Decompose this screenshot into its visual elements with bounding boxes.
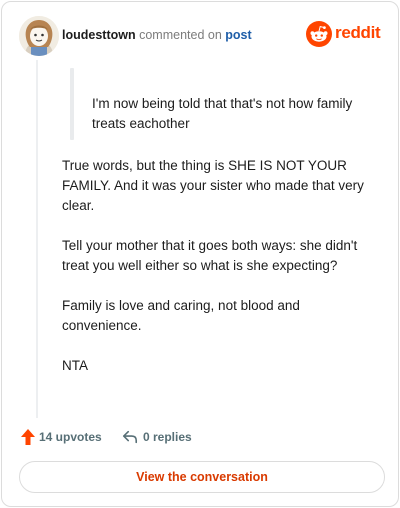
- quote-bar: [70, 68, 74, 140]
- comment-paragraph: Tell your mother that it goes both ways:…: [62, 238, 358, 273]
- quoted-text: I'm now being told that that's not how f…: [70, 68, 370, 140]
- view-conversation-button[interactable]: View the conversation: [19, 461, 385, 493]
- comment-card: loudesttown commented on post reddit I'm…: [1, 1, 399, 507]
- upvote-count: 14 upvotes: [39, 430, 102, 444]
- comment-meta: loudesttown commented on post: [62, 27, 252, 43]
- username-link[interactable]: loudesttown: [62, 28, 136, 42]
- post-link[interactable]: post: [225, 28, 251, 42]
- action-text: commented on: [139, 28, 222, 42]
- comment-paragraph: True words, but the thing is SHE IS NOT …: [62, 158, 364, 213]
- comment-header: loudesttown commented on post reddit: [19, 16, 382, 56]
- comment-paragraph: NTA: [62, 358, 88, 373]
- comment-actions: 14 upvotes 0 replies: [20, 428, 380, 446]
- thread-line: [36, 60, 38, 418]
- upvote-arrow-icon: [21, 429, 35, 445]
- comment-body: True words, but the thing is SHE IS NOT …: [62, 156, 372, 396]
- replies-button[interactable]: 0 replies: [122, 428, 212, 446]
- avatar-icon: [19, 16, 59, 56]
- comment-paragraph: Family is love and caring, not blood and…: [62, 298, 300, 333]
- quote-body: I'm now being told that that's not how f…: [92, 96, 353, 131]
- reddit-logo[interactable]: reddit: [306, 21, 382, 47]
- brand-wordmark: reddit: [335, 23, 381, 42]
- reddit-snoo-icon: [306, 21, 332, 47]
- reply-count: 0 replies: [143, 430, 192, 444]
- upvote-button[interactable]: 14 upvotes: [20, 428, 115, 446]
- user-avatar[interactable]: [19, 16, 59, 56]
- reply-arrow-icon: [122, 430, 138, 444]
